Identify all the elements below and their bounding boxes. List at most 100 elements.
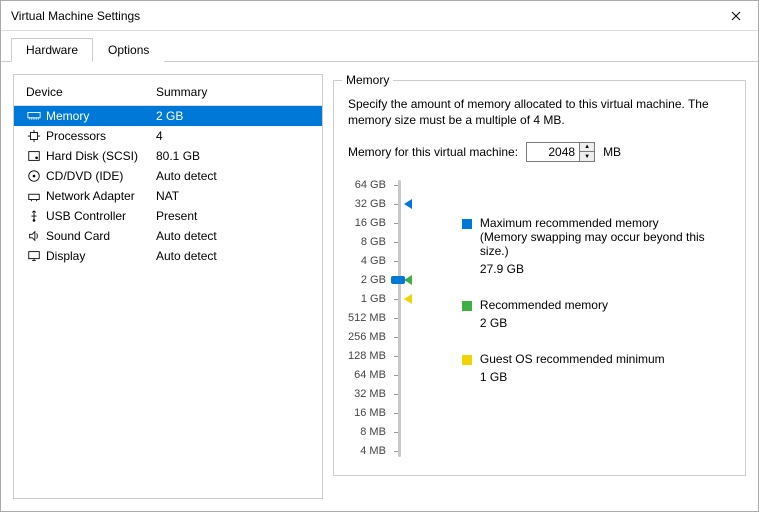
- memory-tick-label: 256 MB: [348, 328, 392, 347]
- memory-track[interactable]: [392, 176, 438, 461]
- cpu-icon: [26, 128, 42, 144]
- device-row[interactable]: Memory2 GB: [14, 106, 322, 126]
- close-button[interactable]: [724, 4, 748, 28]
- memory-tick-label: 32 MB: [354, 385, 392, 404]
- memory-marker-recommended: [404, 275, 412, 285]
- column-device: Device: [26, 85, 156, 99]
- device-name: Display: [46, 249, 156, 263]
- memory-tick: [394, 204, 398, 205]
- memory-tick-label: 512 MB: [348, 309, 392, 328]
- memory-tick-label: 64 GB: [355, 176, 392, 195]
- device-row[interactable]: Sound CardAuto detect: [14, 226, 322, 246]
- sound-icon: [26, 228, 42, 244]
- memory-group-title: Memory: [342, 73, 393, 87]
- tab-bar: Hardware Options: [1, 31, 758, 62]
- device-name: Processors: [46, 129, 156, 143]
- device-row[interactable]: DisplayAuto detect: [14, 246, 322, 266]
- device-summary: Auto detect: [156, 249, 310, 263]
- memory-tick: [394, 394, 398, 395]
- memory-tick-label: 8 MB: [360, 423, 392, 442]
- window-title: Virtual Machine Settings: [11, 9, 140, 23]
- device-list: Device Summary Memory2 GBProcessors4Hard…: [13, 74, 323, 499]
- legend-max-note: (Memory swapping may occur beyond this s…: [480, 230, 731, 258]
- memory-tick-label: 32 GB: [355, 195, 392, 214]
- legend-max-swatch: [462, 219, 472, 229]
- detail-panel: Memory Specify the amount of memory allo…: [333, 74, 746, 499]
- device-summary: 4: [156, 129, 310, 143]
- memory-spin-down[interactable]: ▼: [580, 152, 594, 161]
- memory-tick: [394, 356, 398, 357]
- memory-field-label: Memory for this virtual machine:: [348, 145, 518, 159]
- tab-options[interactable]: Options: [93, 38, 164, 62]
- memory-tick: [394, 451, 398, 452]
- device-name: Memory: [46, 109, 156, 123]
- memory-tick-label: 128 MB: [348, 347, 392, 366]
- legend-rec-label: Recommended memory: [480, 298, 608, 312]
- close-icon: [731, 11, 741, 21]
- legend-rec-value: 2 GB: [480, 316, 731, 330]
- device-name: Sound Card: [46, 229, 156, 243]
- legend-rec: Recommended memory 2 GB: [462, 298, 731, 330]
- memory-input[interactable]: [527, 143, 579, 161]
- memory-spinbox[interactable]: ▲ ▼: [526, 142, 595, 162]
- memory-icon: [26, 108, 42, 124]
- device-summary: 80.1 GB: [156, 149, 310, 163]
- device-row[interactable]: Network AdapterNAT: [14, 186, 322, 206]
- device-row[interactable]: USB ControllerPresent: [14, 206, 322, 226]
- memory-tick-label: 64 MB: [354, 366, 392, 385]
- memory-tick: [394, 413, 398, 414]
- memory-tick-label: 4 MB: [360, 442, 392, 461]
- memory-tick-label: 1 GB: [361, 290, 392, 309]
- cd-icon: [26, 168, 42, 184]
- memory-spin-up[interactable]: ▲: [580, 143, 594, 152]
- content-area: Device Summary Memory2 GBProcessors4Hard…: [1, 62, 758, 511]
- device-name: Hard Disk (SCSI): [46, 149, 156, 163]
- memory-tick-label: 4 GB: [361, 252, 392, 271]
- memory-slider-thumb[interactable]: [391, 276, 405, 284]
- memory-slider: 64 GB32 GB16 GB8 GB4 GB2 GB1 GB512 MB256…: [348, 176, 438, 461]
- vm-settings-window: Virtual Machine Settings Hardware Option…: [0, 0, 759, 512]
- memory-legend: Maximum recommended memory (Memory swapp…: [462, 176, 731, 461]
- device-row[interactable]: Hard Disk (SCSI)80.1 GB: [14, 146, 322, 166]
- device-summary: Auto detect: [156, 169, 310, 183]
- memory-marker-guest-min: [404, 294, 412, 304]
- legend-max-label: Maximum recommended memory: [480, 216, 659, 230]
- device-row[interactable]: CD/DVD (IDE)Auto detect: [14, 166, 322, 186]
- device-name: Network Adapter: [46, 189, 156, 203]
- device-summary: 2 GB: [156, 109, 310, 123]
- memory-tick: [394, 261, 398, 262]
- device-row[interactable]: Processors4: [14, 126, 322, 146]
- memory-tick: [394, 337, 398, 338]
- device-name: CD/DVD (IDE): [46, 169, 156, 183]
- titlebar: Virtual Machine Settings: [1, 1, 758, 31]
- legend-guest-value: 1 GB: [480, 370, 731, 384]
- legend-max: Maximum recommended memory (Memory swapp…: [462, 216, 731, 276]
- tab-hardware[interactable]: Hardware: [11, 38, 93, 62]
- memory-tick-label: 16 GB: [355, 214, 392, 233]
- memory-field-row: Memory for this virtual machine: ▲ ▼ MB: [348, 142, 731, 162]
- memory-tick: [394, 375, 398, 376]
- memory-tick-labels: 64 GB32 GB16 GB8 GB4 GB2 GB1 GB512 MB256…: [348, 176, 392, 461]
- memory-tick: [394, 223, 398, 224]
- column-summary: Summary: [156, 85, 310, 99]
- network-icon: [26, 188, 42, 204]
- memory-spin-buttons: ▲ ▼: [579, 143, 594, 161]
- memory-tick: [394, 432, 398, 433]
- memory-marker-max: [404, 199, 412, 209]
- legend-rec-swatch: [462, 301, 472, 311]
- device-summary: Auto detect: [156, 229, 310, 243]
- memory-tick-label: 16 MB: [354, 404, 392, 423]
- memory-tick: [394, 318, 398, 319]
- device-summary: Present: [156, 209, 310, 223]
- usb-icon: [26, 208, 42, 224]
- memory-tick: [394, 299, 398, 300]
- legend-guest-label: Guest OS recommended minimum: [480, 352, 665, 366]
- device-summary: NAT: [156, 189, 310, 203]
- device-name: USB Controller: [46, 209, 156, 223]
- memory-slider-area: 64 GB32 GB16 GB8 GB4 GB2 GB1 GB512 MB256…: [348, 176, 731, 461]
- disk-icon: [26, 148, 42, 164]
- memory-unit: MB: [603, 145, 621, 159]
- memory-tick: [394, 242, 398, 243]
- memory-tick-label: 2 GB: [361, 271, 392, 290]
- legend-guest-swatch: [462, 355, 472, 365]
